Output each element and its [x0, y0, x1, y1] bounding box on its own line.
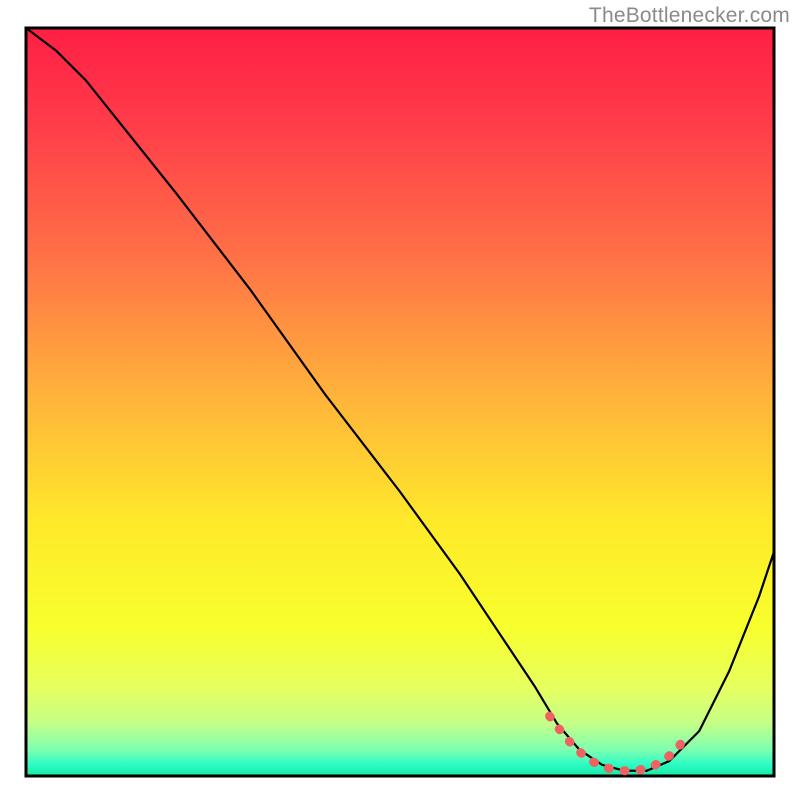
- plot-background: [26, 28, 774, 776]
- attribution-text: TheBottlenecker.com: [589, 4, 790, 28]
- gradient-line-chart: [0, 0, 800, 800]
- chart-container: TheBottlenecker.com: [0, 0, 800, 800]
